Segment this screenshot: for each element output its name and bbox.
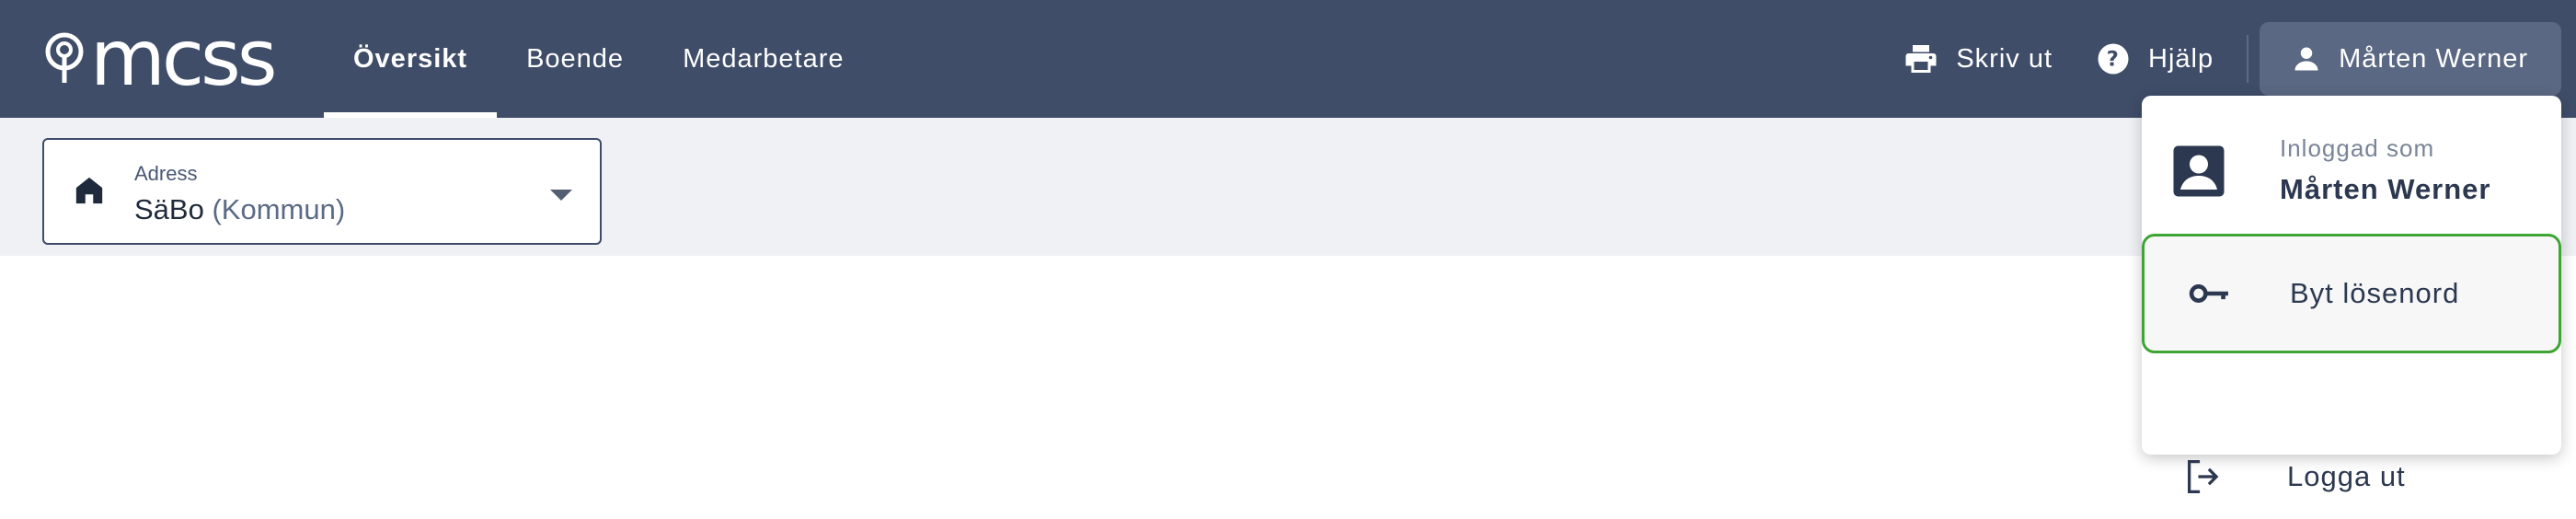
account-box-icon xyxy=(2173,145,2225,197)
person-icon xyxy=(2294,47,2318,71)
address-value: SäBo (Kommun) xyxy=(134,193,345,226)
change-password-menu-item[interactable]: Byt lösenord xyxy=(2142,234,2561,353)
help-icon: ? xyxy=(2098,43,2129,75)
help-button[interactable]: ? Hjälp xyxy=(2075,22,2236,96)
address-select[interactable]: Adress SäBo (Kommun) xyxy=(42,138,602,245)
address-label: Adress xyxy=(134,162,198,185)
chevron-down-icon xyxy=(550,190,572,201)
nav-tab-medarbetare[interactable]: Medarbetare xyxy=(653,0,873,118)
logout-menu-item[interactable]: Logga ut xyxy=(2142,434,2561,519)
printer-icon xyxy=(1905,45,1937,73)
home-icon xyxy=(75,177,103,204)
user-info: Inloggad som Mårten Werner xyxy=(2142,96,2561,234)
logo-mark-icon xyxy=(45,32,84,83)
print-label: Skriv ut xyxy=(1956,43,2053,74)
print-button[interactable]: Skriv ut xyxy=(1882,22,2075,96)
address-value-main: SäBo xyxy=(134,193,204,225)
help-label: Hjälp xyxy=(2148,43,2214,74)
address-value-suffix: (Kommun) xyxy=(212,193,346,225)
logout-icon xyxy=(2188,460,2219,493)
nav-tab-oversikt[interactable]: Översikt xyxy=(324,0,498,118)
logged-in-as-label: Inloggad som xyxy=(2280,134,2435,162)
key-icon xyxy=(2189,284,2228,303)
user-dropdown-menu: Inloggad som Mårten Werner Byt lösenord … xyxy=(2142,96,2561,493)
change-password-label: Byt lösenord xyxy=(2290,277,2460,309)
svg-text:?: ? xyxy=(2107,48,2121,72)
user-button-label: Mårten Werner xyxy=(2339,43,2528,74)
logout-label: Logga ut xyxy=(2287,460,2406,492)
header-divider xyxy=(2247,35,2249,83)
logged-in-user-name: Mårten Werner xyxy=(2280,173,2491,205)
logo-text: mcss xyxy=(90,13,278,103)
main-nav: Översikt Boende Medarbetare xyxy=(324,0,874,118)
mcss-logo[interactable]: mcss xyxy=(44,19,278,97)
user-menu-button[interactable]: Mårten Werner xyxy=(2260,22,2561,96)
nav-tab-boende[interactable]: Boende xyxy=(497,0,653,118)
